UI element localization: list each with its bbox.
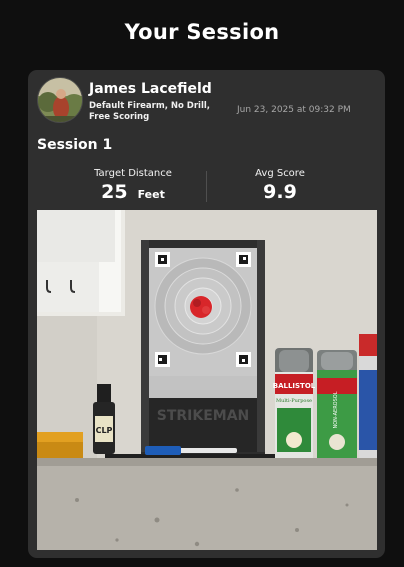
ballistol-label: BALLISTOL — [273, 382, 316, 390]
target-distance-unit: Feet — [137, 188, 165, 201]
target-brand-text: STRIKEMAN — [157, 408, 250, 424]
avg-score-label: Avg Score — [255, 168, 305, 179]
target-distance-label: Target Distance — [94, 168, 172, 179]
user-name: James Lacefield — [89, 81, 212, 97]
avatar-image — [38, 78, 82, 122]
avatar — [37, 77, 83, 123]
ballistol-subtitle: Multi-Purpose — [276, 398, 312, 404]
non-aerosol-label: NON-AEROSOL — [333, 391, 339, 428]
clp-label: CLP — [96, 426, 113, 435]
target-photo-image: STRIKEMAN CLP BALLISTOL Multi-Purpose NO… — [37, 210, 377, 550]
target-distance-stat: Target Distance 25 Feet — [85, 168, 181, 203]
session-card: James Lacefield Default Firearm, No Dril… — [28, 70, 385, 558]
session-screen: Your Session James Lacefield Default Fir… — [0, 0, 404, 567]
session-title: Session 1 — [37, 137, 113, 153]
avg-score-value: 9.9 — [263, 181, 297, 203]
page-title: Your Session — [124, 20, 280, 44]
avg-score-stat: Avg Score 9.9 — [237, 168, 323, 203]
stat-divider — [206, 171, 207, 202]
session-settings: Default Firearm, No Drill, Free Scoring — [89, 101, 211, 122]
target-photo[interactable]: STRIKEMAN CLP BALLISTOL Multi-Purpose NO… — [37, 210, 377, 550]
target-distance-value: 25 — [101, 181, 128, 203]
session-timestamp: Jun 23, 2025 at 09:32 PM — [237, 105, 351, 115]
